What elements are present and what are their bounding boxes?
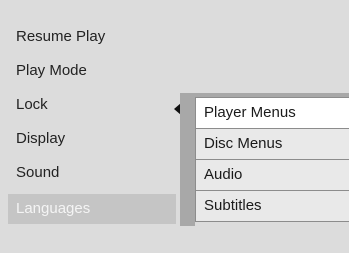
menu-item-play-mode[interactable]: Play Mode [8, 56, 176, 90]
submenu-item-audio[interactable]: Audio [195, 160, 349, 191]
submenu-item-label: Disc Menus [204, 135, 283, 152]
menu-item-resume-play[interactable]: Resume Play [8, 22, 176, 56]
submenu-side-rail [180, 97, 195, 226]
menu-item-label: Display [16, 130, 66, 147]
menu-item-languages[interactable]: Languages [8, 194, 176, 224]
menu-item-sound[interactable]: Sound [8, 158, 176, 192]
languages-submenu: Player Menus Disc Menus Audio Subtitles [180, 93, 349, 226]
submenu-item-disc-menus[interactable]: Disc Menus [195, 129, 349, 160]
menu-item-display[interactable]: Display [8, 124, 176, 158]
submenu-item-player-menus[interactable]: Player Menus [195, 97, 349, 129]
menu-item-lock[interactable]: Lock [8, 90, 176, 124]
submenu-item-label: Audio [204, 166, 243, 183]
submenu-item-label: Player Menus [204, 104, 296, 121]
submenu-item-label: Subtitles [204, 197, 262, 214]
menu-item-label: Sound [16, 164, 60, 181]
main-menu: Resume Play Play Mode Lock Display Sound… [8, 22, 176, 224]
menu-item-label: Resume Play [16, 28, 106, 45]
submenu-item-subtitles[interactable]: Subtitles [195, 191, 349, 222]
menu-item-label: Languages [16, 200, 91, 217]
submenu-list: Player Menus Disc Menus Audio Subtitles [195, 97, 349, 222]
menu-item-label: Lock [16, 96, 48, 113]
menu-item-label: Play Mode [16, 62, 87, 79]
